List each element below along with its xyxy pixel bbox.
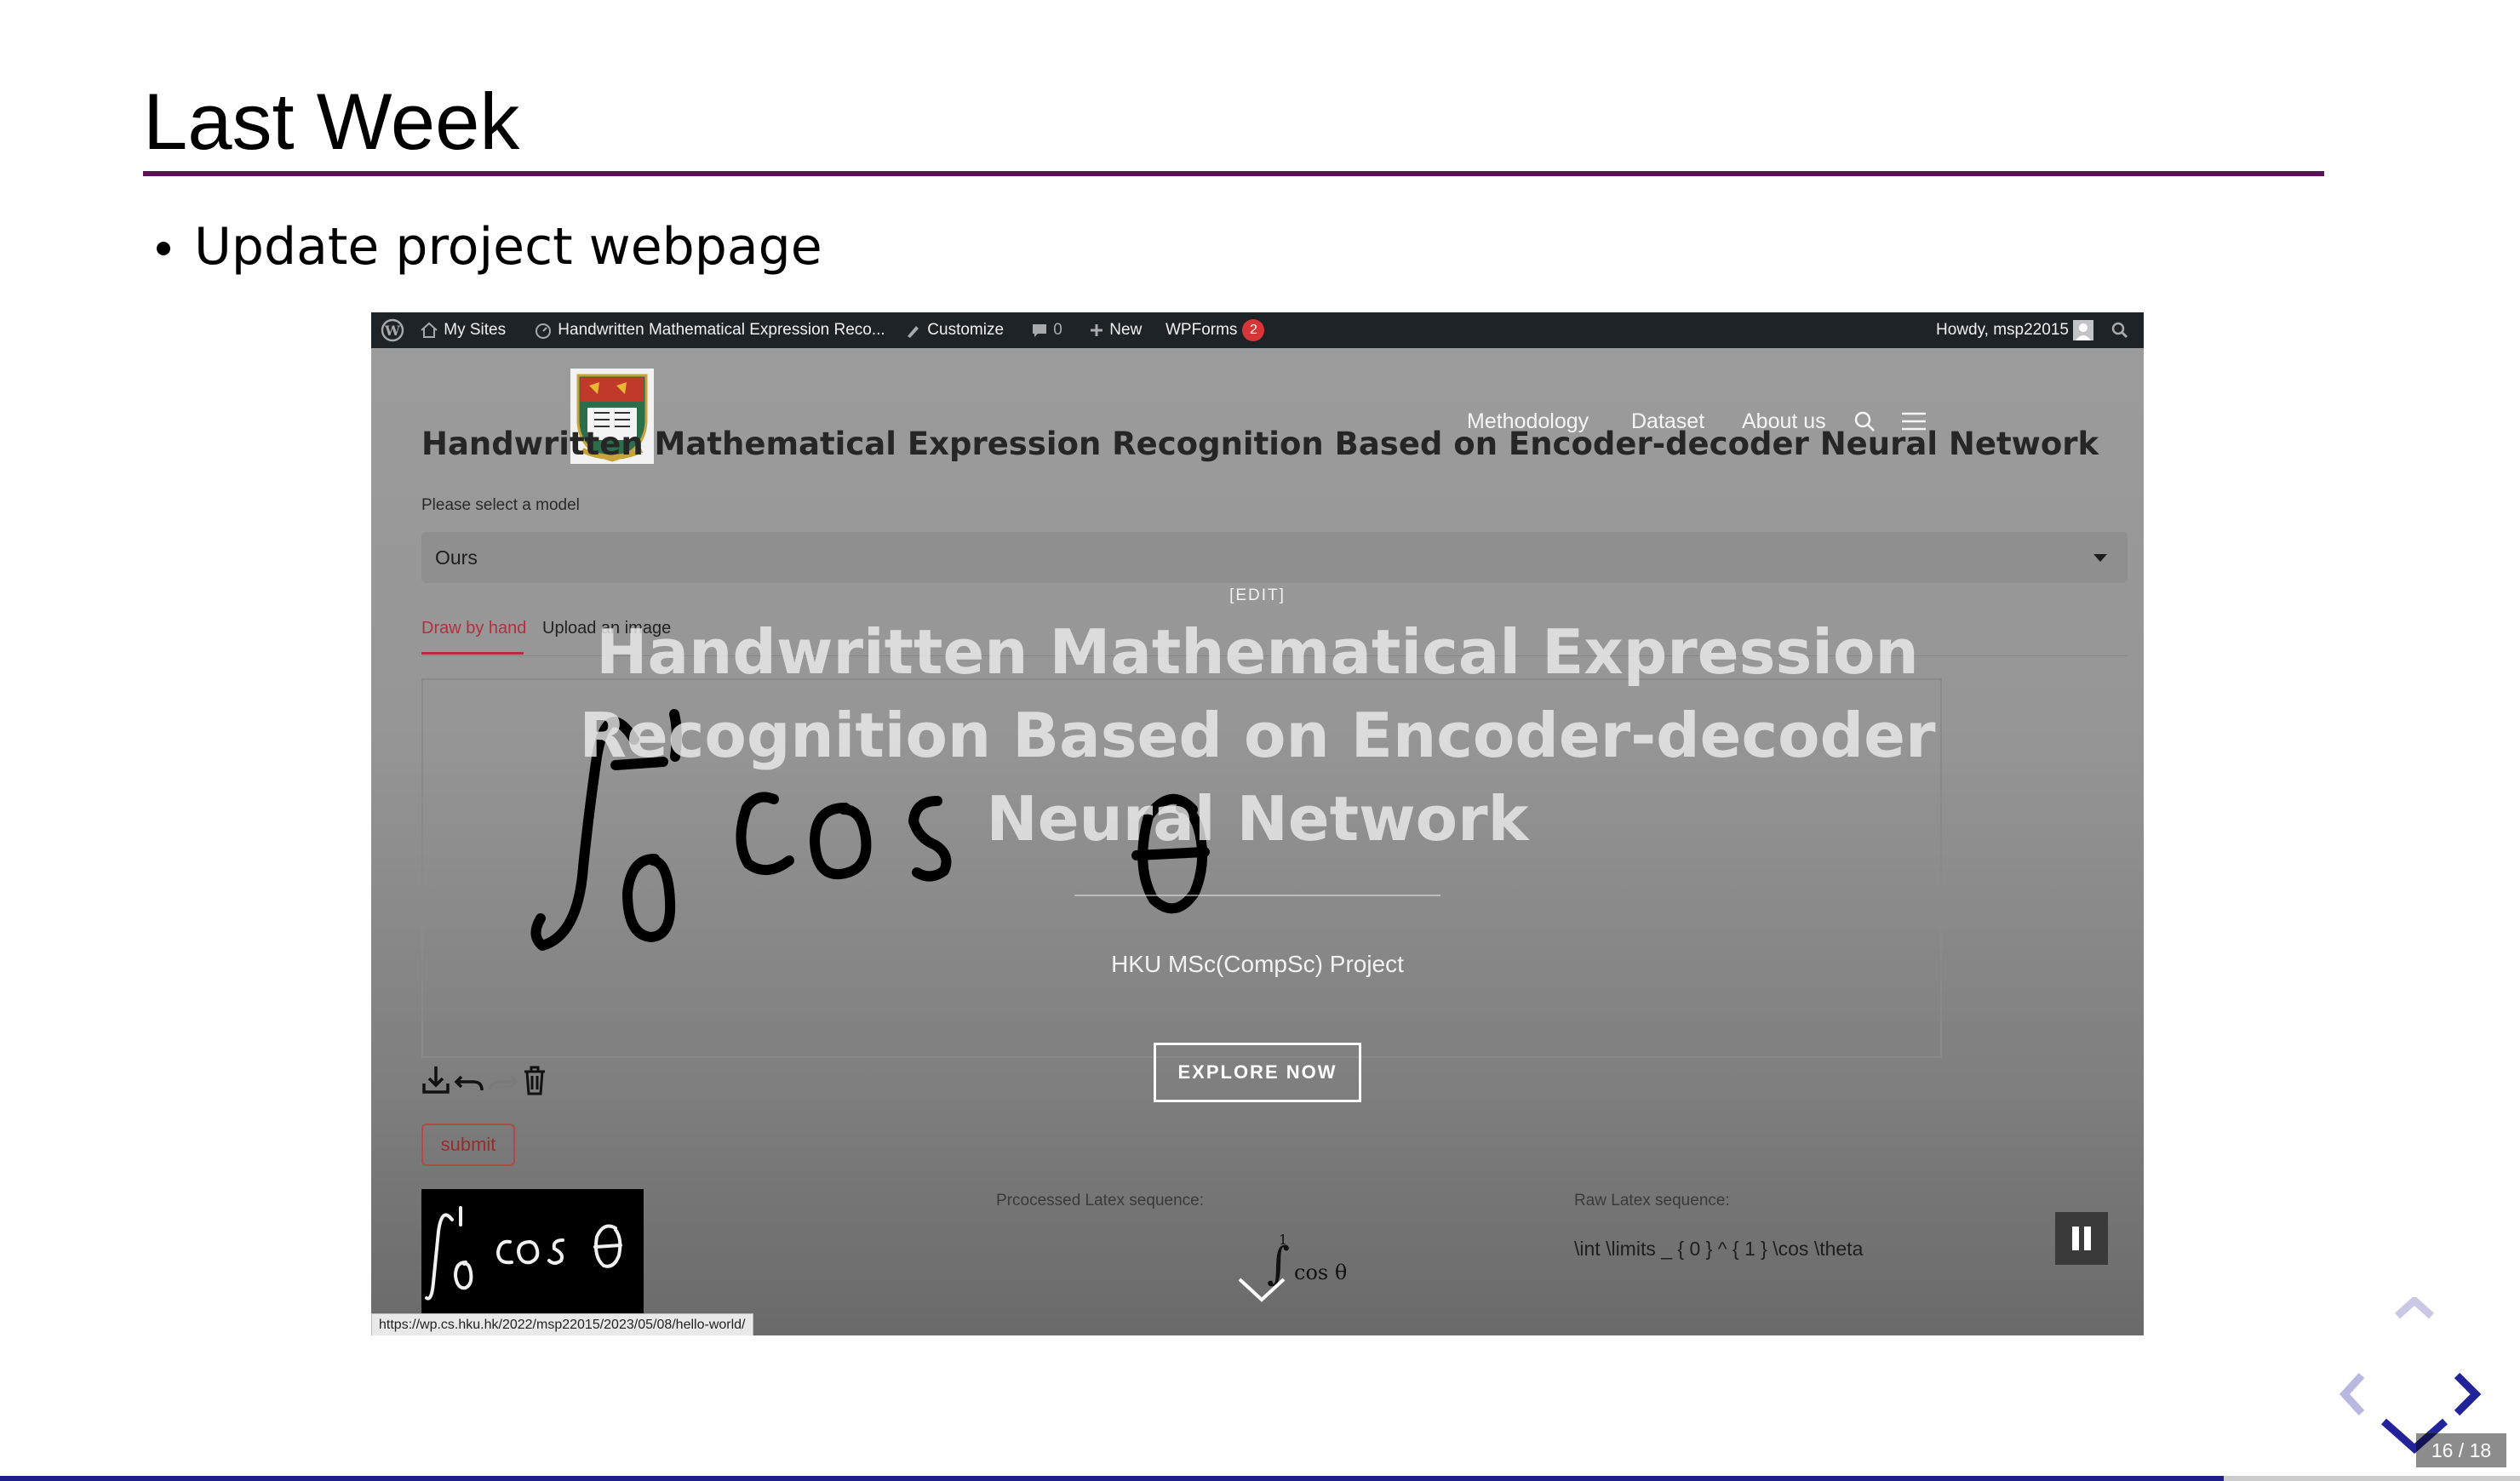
scroll-down-chevron-icon[interactable]	[1236, 1274, 1287, 1305]
pause-button[interactable]	[2055, 1212, 2108, 1265]
wpforms-badge: 2	[1242, 318, 1265, 341]
raw-latex-label: Raw Latex sequence:	[1574, 1192, 1730, 1209]
wpforms-menu[interactable]: WPForms 2	[1166, 312, 1265, 348]
rendered-body: cos θ	[1294, 1261, 1348, 1284]
customize-menu[interactable]: Customize	[904, 312, 1004, 348]
wpforms-label: WPForms	[1166, 321, 1238, 339]
undo-icon[interactable]	[453, 1061, 487, 1099]
hero-title: Handwritten Mathematical Expression Reco…	[579, 616, 1936, 855]
hero-divider	[1074, 895, 1440, 896]
bullet-list: Update project webpage	[153, 214, 822, 279]
hero-subtitle: HKU MSc(CompSc) Project	[1111, 951, 1404, 977]
caret-down-icon	[2093, 554, 2107, 562]
status-bar-url: https://wp.cs.hku.hk/2022/msp22015/2023/…	[371, 1313, 753, 1335]
account-menu[interactable]: Howdy, msp22015	[1936, 312, 2094, 348]
raw-latex-value: \int \limits _ { 0 } ^ { 1 } \cos \theta	[1574, 1238, 1864, 1260]
arrow-left-icon[interactable]	[2339, 1372, 2365, 1416]
tab-draw-by-hand[interactable]: Draw by hand	[421, 615, 526, 641]
explore-now-button[interactable]: EXPLORE NOW	[1154, 1043, 1361, 1102]
comments-menu[interactable]: 0	[1030, 312, 1062, 348]
admin-search-icon[interactable]	[2110, 312, 2130, 348]
model-select-value: Ours	[435, 546, 478, 569]
title-underline	[143, 171, 2324, 176]
progress-track	[0, 1476, 2520, 1481]
redo-icon[interactable]	[485, 1061, 519, 1099]
wordpress-logo-icon[interactable]: W	[380, 312, 405, 348]
download-icon[interactable]	[419, 1061, 453, 1099]
my-sites-menu[interactable]: My Sites	[419, 312, 506, 348]
new-label: New	[1109, 321, 1143, 339]
arrow-right-icon[interactable]	[2454, 1372, 2482, 1416]
progress-bar	[0, 1476, 2224, 1481]
arrow-up-icon[interactable]	[2394, 1297, 2435, 1319]
my-sites-icon	[421, 322, 438, 338]
howdy-label: Howdy, msp22015	[1936, 321, 2069, 339]
hero-edit-link[interactable]: [EDIT]	[371, 586, 2144, 605]
slide-title: Last Week	[143, 77, 520, 166]
avatar	[2073, 319, 2094, 340]
my-sites-label: My Sites	[444, 321, 507, 339]
website-screenshot: W My Sites Handwritten Mathematical Expr…	[371, 312, 2144, 1335]
app-title: Handwritten Mathematical Expression Reco…	[421, 426, 2099, 462]
submit-button[interactable]: submit	[421, 1124, 515, 1166]
plus-icon	[1091, 323, 1102, 336]
dashboard-icon	[536, 323, 551, 339]
comment-icon	[1033, 323, 1046, 337]
slide-number: 16 / 18	[2416, 1433, 2506, 1467]
model-select-label: Please select a model	[421, 496, 580, 514]
processed-latex-label: Prcocessed Latex sequence:	[996, 1192, 1204, 1209]
tab-active-indicator	[421, 652, 524, 655]
customize-label: Customize	[927, 321, 1005, 339]
bullet-item: Update project webpage	[153, 214, 822, 279]
comments-count: 0	[1053, 321, 1062, 339]
model-select[interactable]: Ours	[421, 532, 2128, 583]
new-menu[interactable]: New	[1088, 312, 1142, 348]
trash-icon[interactable]	[518, 1061, 552, 1099]
brush-icon	[908, 325, 919, 338]
site-name-menu[interactable]: Handwritten Mathematical Expression Reco…	[533, 312, 885, 348]
svg-text:W: W	[384, 323, 401, 339]
site-name-label: Handwritten Mathematical Expression Reco…	[558, 321, 885, 339]
wp-admin-bar: W My Sites Handwritten Mathematical Expr…	[371, 312, 2144, 348]
